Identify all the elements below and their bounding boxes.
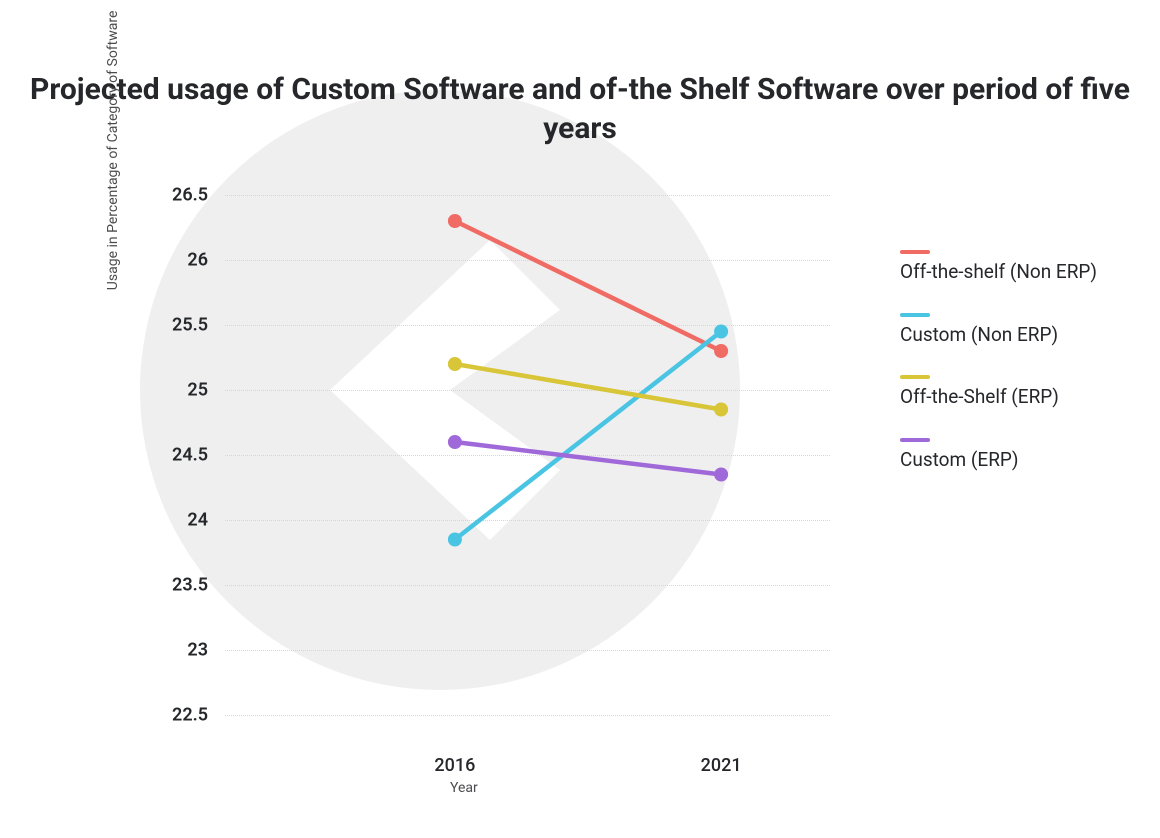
series-point bbox=[714, 344, 728, 358]
series-point bbox=[448, 214, 462, 228]
series-lines bbox=[225, 195, 830, 715]
series-point bbox=[714, 325, 728, 339]
series-line bbox=[455, 221, 721, 351]
y-tick-label: 24.5 bbox=[172, 445, 208, 466]
series-line bbox=[455, 364, 721, 410]
y-tick-label: 22.5 bbox=[172, 705, 208, 726]
chart-wrap: { "title": "Projected usage of Custom So… bbox=[0, 0, 1160, 838]
legend-swatch bbox=[900, 375, 930, 379]
legend-label: Custom (ERP) bbox=[900, 448, 1130, 473]
legend-item: Off-the-shelf (Non ERP) bbox=[900, 250, 1130, 285]
series-point bbox=[448, 533, 462, 547]
series-point bbox=[448, 357, 462, 371]
legend-swatch bbox=[900, 313, 930, 317]
legend-swatch bbox=[900, 438, 930, 442]
grid-line bbox=[225, 715, 830, 716]
y-ticks: 22.52323.52424.52525.52626.5 bbox=[140, 195, 220, 715]
series-line bbox=[455, 442, 721, 475]
series-svg bbox=[225, 195, 830, 715]
legend: Off-the-shelf (Non ERP) Custom (Non ERP) O… bbox=[900, 250, 1130, 501]
chart-title: Projected usage of Custom Software and o… bbox=[0, 70, 1160, 148]
x-tick-label: 2021 bbox=[701, 755, 742, 776]
legend-swatch bbox=[900, 250, 930, 254]
legend-label: Off-the-Shelf (ERP) bbox=[900, 385, 1130, 410]
legend-item: Off-the-Shelf (ERP) bbox=[900, 375, 1130, 410]
y-tick-label: 23 bbox=[187, 640, 208, 661]
y-tick-label: 26 bbox=[187, 250, 208, 271]
series-point bbox=[714, 403, 728, 417]
plot-area: 22.52323.52424.52525.52626.5 20162021 bbox=[140, 195, 830, 715]
y-tick-label: 23.5 bbox=[172, 575, 208, 596]
series-point bbox=[448, 435, 462, 449]
legend-label: Custom (Non ERP) bbox=[900, 323, 1130, 348]
y-tick-label: 25.5 bbox=[172, 315, 208, 336]
legend-item: Custom (Non ERP) bbox=[900, 313, 1130, 348]
x-tick-label: 2016 bbox=[434, 755, 475, 776]
y-tick-label: 25 bbox=[187, 380, 208, 401]
y-tick-label: 24 bbox=[187, 510, 208, 531]
series-point bbox=[714, 468, 728, 482]
legend-label: Off-the-shelf (Non ERP) bbox=[900, 260, 1130, 285]
y-tick-label: 26.5 bbox=[172, 185, 208, 206]
legend-item: Custom (ERP) bbox=[900, 438, 1130, 473]
x-axis-label: Year bbox=[450, 780, 478, 796]
series-line bbox=[455, 332, 721, 540]
y-axis-label: Usage in Percentage of Category of Softw… bbox=[105, 11, 121, 291]
